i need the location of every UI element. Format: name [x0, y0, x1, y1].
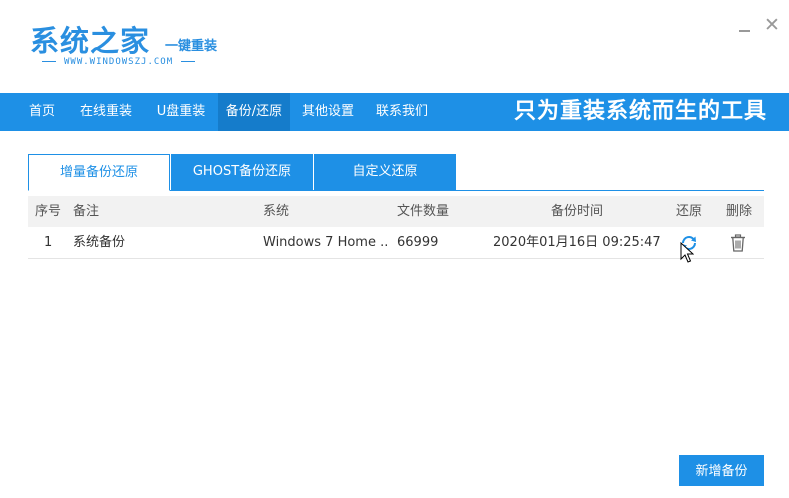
- nav-item-online-reinstall[interactable]: 在线重装: [72, 93, 140, 131]
- header-backup-time: 备份时间: [551, 204, 604, 219]
- tab-incremental-backup[interactable]: 增量备份还原: [28, 154, 170, 191]
- nav-item-contact-us[interactable]: 联系我们: [368, 93, 436, 131]
- main-nav: 首页 在线重装 U盘重装 备份/还原 其他设置 联系我们 只为重装系统而生的工具: [0, 93, 789, 131]
- nav-item-usb-reinstall[interactable]: U盘重装: [148, 93, 214, 131]
- header-index: 序号: [35, 204, 62, 219]
- nav-item-home[interactable]: 首页: [20, 93, 64, 131]
- slogan: 只为重装系统而生的工具: [513, 99, 767, 124]
- refresh-icon-svg: [682, 236, 696, 250]
- tab-ghost-backup[interactable]: GHOST备份还原: [171, 154, 313, 190]
- nav-item-other-settings[interactable]: 其他设置: [294, 93, 362, 131]
- logo-dash-right: [181, 61, 196, 62]
- header-delete: 删除: [726, 204, 753, 219]
- logo-title: 系统之家: [30, 24, 151, 58]
- row-note: 系统备份: [73, 235, 126, 250]
- row-file-count: 66999: [397, 235, 439, 250]
- new-backup-button[interactable]: 新增备份: [679, 455, 764, 486]
- row-index: 1: [44, 235, 53, 250]
- title-bar: 系统之家 一键重装 WWW.WINDOWSZJ.COM ✕: [0, 0, 789, 93]
- header-note: 备注: [73, 204, 100, 219]
- minimize-button[interactable]: [738, 16, 752, 36]
- header-restore: 还原: [676, 204, 703, 219]
- trash-icon-svg: [731, 234, 745, 252]
- backup-tabs: 增量备份还原 GHOST备份还原 自定义还原: [28, 154, 764, 191]
- close-button[interactable]: ✕: [763, 16, 781, 35]
- logo-url-text: WWW.WINDOWSZJ.COM: [64, 57, 174, 67]
- logo-url: WWW.WINDOWSZJ.COM: [34, 57, 203, 67]
- logo-subtitle: 一键重装: [165, 39, 218, 54]
- nav-item-backup-restore[interactable]: 备份/还原: [218, 93, 290, 131]
- row-backup-time: 2020年01月16日 09:25:47: [493, 235, 661, 250]
- trash-icon[interactable]: [730, 234, 746, 252]
- tab-custom-restore[interactable]: 自定义还原: [314, 154, 456, 190]
- header-file-count: 文件数量: [397, 204, 450, 219]
- logo-dash-left: [42, 61, 56, 62]
- row-system: Windows 7 Home ...: [263, 235, 389, 250]
- table-header: 序号 备注 系统 文件数量 备份时间 还原 删除: [28, 196, 764, 227]
- refresh-icon[interactable]: [680, 234, 698, 252]
- table-row[interactable]: 1 系统备份 Windows 7 Home ... 66999 2020年01月…: [28, 227, 764, 259]
- header-system: 系统: [263, 204, 290, 219]
